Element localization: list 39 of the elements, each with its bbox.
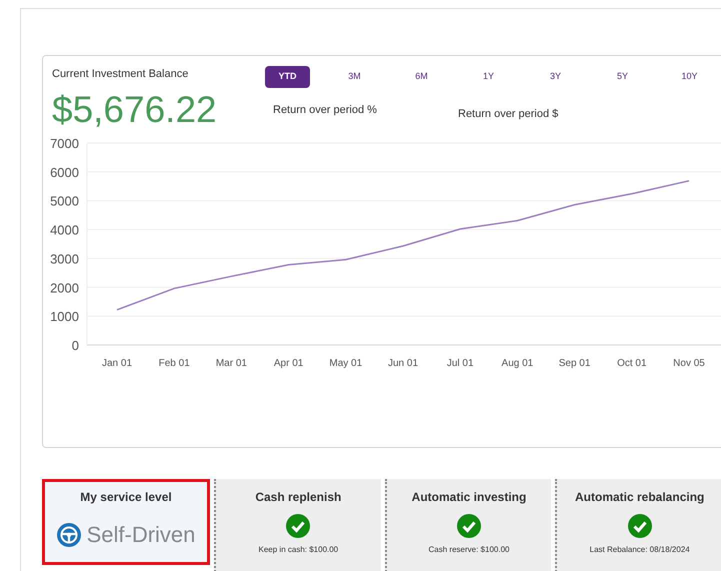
period-tab[interactable]: YTD xyxy=(265,66,310,88)
x-tick-label: Oct 01 xyxy=(617,358,647,368)
tile-note: Keep in cash: $100.00 xyxy=(258,544,338,556)
return-label: Return over period % xyxy=(273,103,378,118)
x-tick-label: Jan 01 xyxy=(102,358,132,368)
x-tick-label: Jun 01 xyxy=(388,358,418,368)
balance-label: Current Investment Balance xyxy=(52,67,190,82)
tile-note: Cash reserve: $100.00 xyxy=(428,544,510,556)
period-tab[interactable]: 3Y xyxy=(533,66,578,88)
x-tick-label: Mar 01 xyxy=(216,358,247,368)
return-label: Return over period $ xyxy=(458,107,558,122)
x-tick-label: Feb 01 xyxy=(158,358,190,368)
y-tick-label: 5000 xyxy=(50,193,79,208)
x-tick-label: May 01 xyxy=(329,358,362,368)
period-tab[interactable]: 6M xyxy=(399,66,444,88)
x-tick-label: Aug 01 xyxy=(502,358,534,368)
x-tick-label: Apr 01 xyxy=(274,358,304,368)
tile-title: Automatic investing xyxy=(412,489,526,506)
tile-title: Cash replenish xyxy=(255,489,342,506)
y-tick-label: 6000 xyxy=(50,164,79,180)
service-level-value: Self-Driven xyxy=(86,521,196,549)
tile-title: My service level xyxy=(80,489,172,506)
x-tick-label: Nov 05 xyxy=(673,358,705,368)
tile-title: Automatic rebalancing xyxy=(575,489,704,506)
x-tick-label: Jul 01 xyxy=(446,358,474,368)
y-tick-label: 1000 xyxy=(50,308,79,324)
tile-note: Last Rebalance: 08/18/2024 xyxy=(590,544,690,556)
y-tick-label: 7000 xyxy=(50,136,79,150)
y-tick-label: 0 xyxy=(72,338,79,352)
period-tab[interactable]: 10Y xyxy=(667,66,712,88)
y-tick-label: 4000 xyxy=(50,222,79,238)
y-tick-label: 3000 xyxy=(50,250,79,266)
period-tab[interactable]: 3M xyxy=(332,66,377,88)
balance-amount: $5,676.22 xyxy=(52,90,218,128)
x-tick-label: Sep 01 xyxy=(558,358,590,368)
period-tab[interactable]: 1Y xyxy=(466,66,511,88)
y-tick-label: 2000 xyxy=(50,280,79,295)
steering-wheel-icon xyxy=(56,522,81,546)
period-tab[interactable]: 5Y xyxy=(600,66,645,88)
